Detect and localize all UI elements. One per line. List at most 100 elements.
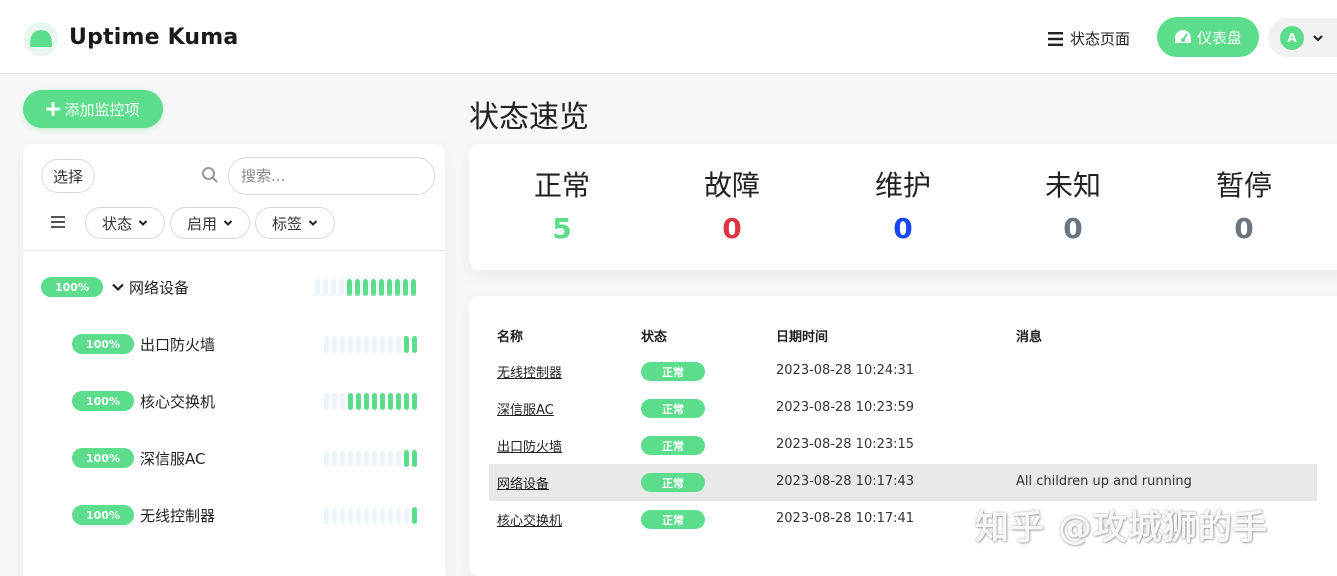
heartbeat-beat bbox=[380, 393, 385, 410]
filter-status-button[interactable]: 状态 bbox=[85, 207, 165, 239]
heartbeat-beat bbox=[412, 336, 417, 353]
chevron-down-icon[interactable] bbox=[111, 280, 125, 294]
list-icon bbox=[1048, 31, 1063, 46]
heartbeat-beat bbox=[332, 507, 337, 524]
heartbeat-beat bbox=[372, 450, 377, 467]
quick-stats-card: 正常 5 故障 0 维护 0 未知 0 暂停 0 bbox=[469, 144, 1337, 270]
heartbeat-bar bbox=[324, 336, 417, 353]
filter-tags-button[interactable]: 标签 bbox=[255, 207, 335, 239]
heartbeat-beat bbox=[388, 336, 393, 353]
heartbeat-beat bbox=[332, 336, 337, 353]
heartbeat-beat bbox=[404, 507, 409, 524]
monitor-item-sangfor-ac[interactable]: 100% 深信服AC bbox=[72, 446, 205, 470]
monitor-item-wireless-controller[interactable]: 100% 无线控制器 bbox=[72, 503, 215, 527]
heartbeat-beat bbox=[404, 450, 409, 467]
table-row: 出口防火墙 正常 2023-08-28 10:23:15 bbox=[489, 427, 1317, 464]
event-time: 2023-08-28 10:17:43 bbox=[776, 474, 915, 489]
heartbeat-beat bbox=[340, 336, 345, 353]
heartbeat-beat bbox=[324, 393, 329, 410]
heartbeat-beat bbox=[339, 279, 344, 296]
monitor-item-core-switch[interactable]: 100% 核心交换机 bbox=[72, 389, 215, 413]
search-input[interactable] bbox=[228, 157, 435, 195]
heartbeat-beat bbox=[412, 393, 417, 410]
heartbeat-beat bbox=[412, 507, 417, 524]
heartbeat-bar bbox=[315, 279, 416, 296]
filter-tags-label: 标签 bbox=[271, 214, 302, 233]
page-title: 状态速览 bbox=[469, 100, 589, 135]
event-message: All children up and running bbox=[1016, 474, 1192, 489]
uptime-kuma-logo-icon[interactable] bbox=[23, 21, 59, 57]
monitor-link[interactable]: 出口防火墙 bbox=[497, 436, 562, 455]
status-badge: 正常 bbox=[641, 362, 705, 381]
heartbeat-beat bbox=[395, 279, 400, 296]
uptime-badge: 100% bbox=[41, 277, 103, 297]
heartbeat-beat bbox=[404, 336, 409, 353]
stat-value: 5 bbox=[552, 212, 572, 245]
heartbeat-beat bbox=[412, 450, 417, 467]
heartbeat-beat bbox=[372, 336, 377, 353]
column-header-name: 名称 bbox=[497, 330, 524, 345]
heartbeat-beat bbox=[363, 279, 368, 296]
monitor-link[interactable]: 网络设备 bbox=[497, 473, 549, 492]
heartbeat-beat bbox=[348, 450, 353, 467]
monitor-name: 出口防火墙 bbox=[140, 335, 216, 354]
stat-label: 未知 bbox=[1044, 169, 1101, 202]
filter-active-label: 启用 bbox=[186, 214, 217, 233]
brand-title[interactable]: Uptime Kuma bbox=[69, 25, 238, 50]
heartbeat-beat bbox=[387, 279, 392, 296]
watermark: 知乎 @攻城狮的手 bbox=[975, 508, 1268, 548]
heartbeat-beat bbox=[315, 279, 320, 296]
chevron-down-icon bbox=[138, 220, 148, 226]
heartbeat-beat bbox=[396, 393, 401, 410]
filter-active-button[interactable]: 启用 bbox=[170, 207, 250, 239]
column-header-status: 状态 bbox=[641, 330, 668, 345]
monitor-name: 核心交换机 bbox=[140, 392, 216, 411]
heartbeat-beat bbox=[372, 507, 377, 524]
event-time: 2023-08-28 10:24:31 bbox=[776, 363, 915, 378]
stat-value: 0 bbox=[1234, 212, 1254, 245]
heartbeat-beat bbox=[388, 393, 393, 410]
heartbeat-beat bbox=[348, 507, 353, 524]
monitor-link[interactable]: 无线控制器 bbox=[497, 362, 562, 381]
heartbeat-beat bbox=[396, 336, 401, 353]
event-time: 2023-08-28 10:23:15 bbox=[776, 437, 915, 452]
add-monitor-button[interactable]: 添加监控项 bbox=[23, 90, 163, 128]
heartbeat-beat bbox=[324, 450, 329, 467]
heartbeat-bar bbox=[324, 393, 417, 410]
heartbeat-beat bbox=[324, 507, 329, 524]
stat-down: 故障 0 bbox=[647, 164, 817, 245]
heartbeat-beat bbox=[331, 279, 336, 296]
stat-unknown: 未知 0 bbox=[988, 164, 1158, 245]
heartbeat-beat bbox=[380, 336, 385, 353]
heartbeat-beat bbox=[324, 336, 329, 353]
stat-label: 故障 bbox=[703, 169, 760, 202]
monitor-link[interactable]: 核心交换机 bbox=[497, 510, 562, 529]
heartbeat-beat bbox=[380, 450, 385, 467]
dashboard-button[interactable]: 仪表盘 bbox=[1157, 17, 1259, 57]
heartbeat-beat bbox=[340, 393, 345, 410]
event-time: 2023-08-28 10:17:41 bbox=[776, 511, 915, 526]
profile-dropdown[interactable]: A bbox=[1268, 18, 1337, 57]
status-page-link[interactable]: 状态页面 bbox=[1048, 28, 1130, 49]
monitor-group-network[interactable]: 100% 网络设备 bbox=[41, 275, 189, 299]
monitor-list-panel: 选择 状态 启用 标签 100% 网络设备 100% 出口防火墙 100% 核心… bbox=[23, 144, 445, 576]
heartbeat-beat bbox=[364, 393, 369, 410]
monitor-item-firewall[interactable]: 100% 出口防火墙 bbox=[72, 332, 215, 356]
heartbeat-beat bbox=[355, 279, 360, 296]
table-row: 网络设备 正常 2023-08-28 10:17:43 All children… bbox=[489, 464, 1317, 501]
search-icon bbox=[202, 167, 218, 183]
stat-value: 0 bbox=[722, 212, 742, 245]
heartbeat-beat bbox=[404, 393, 409, 410]
filter-lines-icon[interactable] bbox=[51, 216, 65, 228]
monitor-link[interactable]: 深信服AC bbox=[497, 399, 554, 418]
select-button[interactable]: 选择 bbox=[41, 159, 95, 193]
stat-paused: 暂停 0 bbox=[1159, 164, 1329, 245]
status-badge: 正常 bbox=[641, 399, 705, 418]
chevron-down-icon bbox=[308, 220, 318, 226]
stat-value: 0 bbox=[893, 212, 913, 245]
table-row: 深信服AC 正常 2023-08-28 10:23:59 bbox=[489, 390, 1317, 427]
heartbeat-beat bbox=[364, 336, 369, 353]
stat-label: 正常 bbox=[533, 169, 590, 202]
status-badge: 正常 bbox=[641, 510, 705, 529]
add-monitor-label: 添加监控项 bbox=[64, 100, 140, 119]
